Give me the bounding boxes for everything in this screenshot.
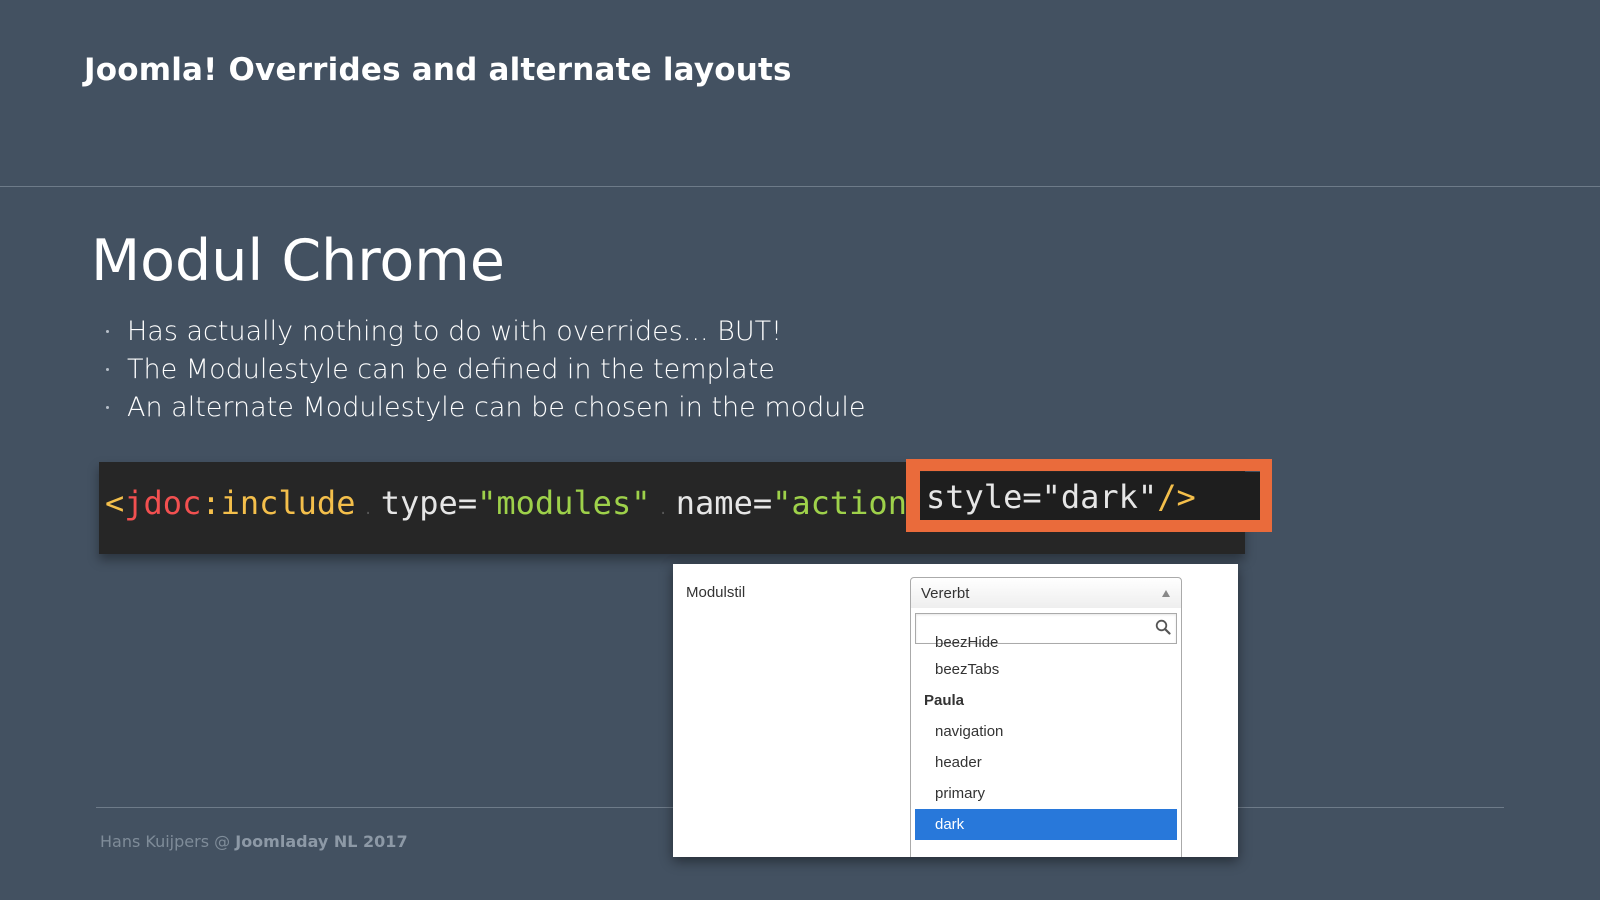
bullet-dot-icon [106, 330, 109, 333]
chevron-up-icon[interactable] [1162, 590, 1170, 597]
select-value: Vererbt [921, 585, 970, 602]
code-type-value: "modules" [477, 484, 651, 522]
highlight-frame [906, 459, 1272, 532]
module-style-panel: Modulstil Vererbt beezHide beezTabs Paul… [673, 564, 1238, 857]
code-function: include [220, 484, 356, 522]
code-type-attr: type= [380, 484, 478, 522]
dropdown-option[interactable]: primary [915, 778, 1177, 809]
dropdown-group-label: Paula [924, 692, 965, 709]
code-line: <jdoc:include . type="modules" . name="a… [105, 484, 926, 522]
slide-title: Modul Chrome [91, 228, 505, 294]
dropdown-option[interactable]: header [915, 747, 1177, 778]
code-open-bracket: < [105, 484, 125, 522]
footer-event: Joomladay NL 2017 [235, 832, 408, 851]
dropdown-option-selected[interactable]: dark [915, 809, 1177, 840]
footer: Hans Kuijpers @ Joomladay NL 2017 [100, 832, 408, 851]
select-dropdown: beezHide beezTabs Paula navigation heade… [910, 608, 1182, 857]
bullet-text: The Modulestyle can be defined in the te… [127, 354, 775, 385]
bullet-item: The Modulestyle can be defined in the te… [104, 351, 866, 389]
footer-at: @ [214, 832, 231, 851]
code-space: . [650, 502, 676, 518]
code-colon: : [201, 484, 221, 522]
code-name-attr: name= [675, 484, 773, 522]
header-title: Joomla! Overrides and alternate layouts [84, 52, 792, 88]
bullet-item: Has actually nothing to do with override… [104, 313, 866, 351]
bullet-list: Has actually nothing to do with override… [104, 313, 866, 427]
bullet-text: Has actually nothing to do with override… [127, 316, 782, 347]
bullet-dot-icon [106, 406, 109, 409]
bullet-item: An alternate Modulestyle can be chosen i… [104, 389, 866, 427]
dropdown-option[interactable]: beezTabs [915, 654, 1177, 685]
footer-author: Hans Kuijpers [100, 832, 210, 851]
code-name-value: "action" [772, 484, 927, 522]
module-style-select[interactable]: Vererbt [910, 577, 1182, 609]
bullet-dot-icon [106, 368, 109, 371]
code-tag: jdoc [124, 484, 202, 522]
code-space: . [355, 502, 381, 518]
dropdown-option[interactable]: navigation [915, 716, 1177, 747]
bullet-text: An alternate Modulestyle can be chosen i… [127, 392, 866, 423]
dropdown-option[interactable]: beezHide [915, 633, 1177, 655]
module-style-label: Modulstil [686, 584, 746, 601]
top-divider [0, 186, 1600, 187]
